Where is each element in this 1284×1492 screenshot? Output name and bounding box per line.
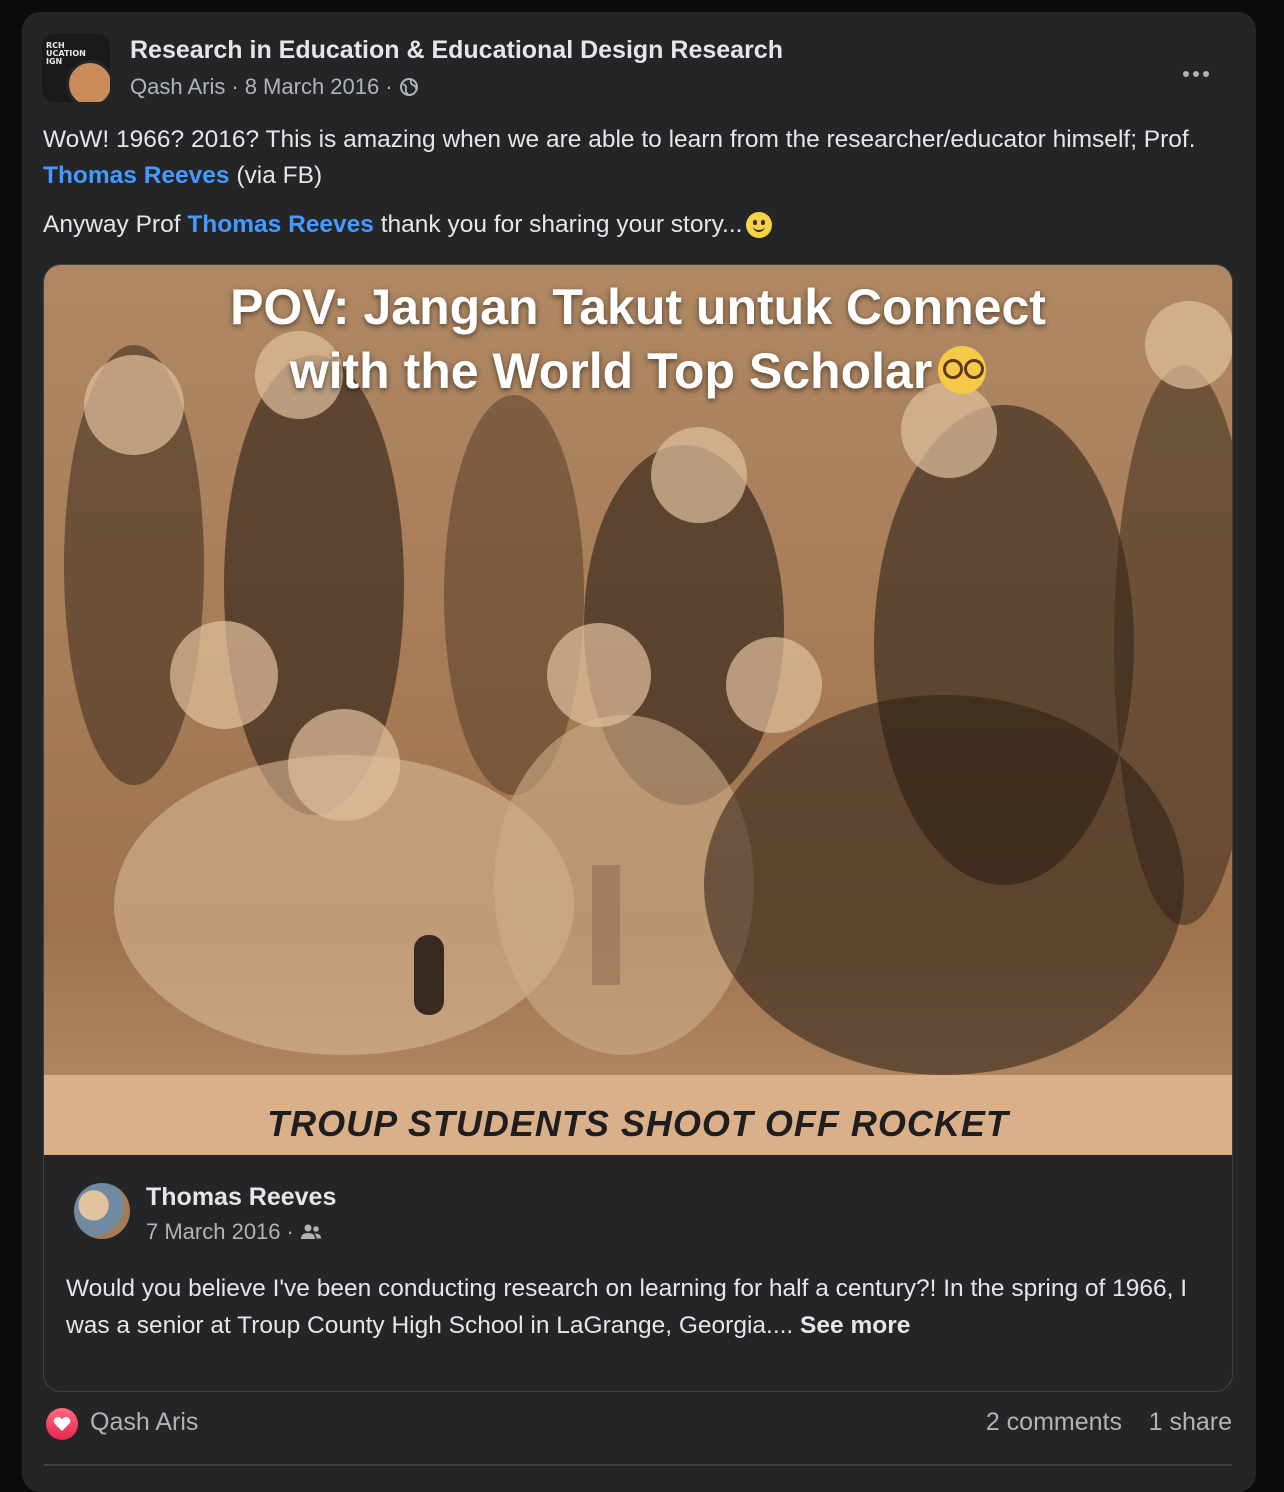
- group-name[interactable]: Research in Education & Educational Desi…: [130, 36, 783, 65]
- nerd-face-emoji-icon: [938, 346, 987, 394]
- smile-emoji-icon: [746, 212, 773, 238]
- text-segment: (via FB): [229, 162, 323, 189]
- shared-post-date[interactable]: 7 March 2016: [146, 1219, 281, 1245]
- shared-separator: ·: [286, 1219, 294, 1244]
- text-segment: Anyway Prof: [43, 211, 188, 238]
- reactor-name[interactable]: Qash Aris: [90, 1408, 198, 1437]
- author-name[interactable]: Qash Aris: [130, 74, 225, 100]
- shares-count[interactable]: 1 share: [1149, 1408, 1232, 1437]
- shared-text-body: Would you believe I've been conducting r…: [66, 1275, 1188, 1339]
- shared-author-avatar[interactable]: [74, 1183, 130, 1239]
- shared-author-name[interactable]: Thomas Reeves: [146, 1183, 336, 1212]
- shared-post-meta: Thomas Reeves 7 March 2016 · Would you b…: [44, 1155, 1232, 1391]
- post-meta: Qash Aris · 8 March 2016 ·: [130, 74, 419, 100]
- overlay-line-2-wrap: with the World Top Scholar: [44, 339, 1232, 403]
- mention-thomas-reeves[interactable]: Thomas Reeves: [43, 162, 230, 189]
- post-paragraph-1: WoW! 1966? 2016? This is amazing when we…: [43, 122, 1203, 194]
- more-options-button[interactable]: [1176, 62, 1216, 86]
- reactions-bar: Qash Aris 2 comments 1 share: [44, 1404, 1232, 1444]
- avatar-person: [66, 60, 110, 102]
- overlay-line-2: with the World Top Scholar: [289, 343, 933, 399]
- overlay-line-1: POV: Jangan Takut untuk Connect: [230, 279, 1046, 335]
- shared-post-text: Would you believe I've been conducting r…: [66, 1271, 1196, 1344]
- shared-photo[interactable]: POV: Jangan Takut untuk Connect with the…: [44, 265, 1232, 1155]
- globe-icon: [399, 78, 418, 96]
- comments-count[interactable]: 2 comments: [986, 1408, 1122, 1437]
- meta-separator: ·: [231, 74, 239, 99]
- shared-post-card[interactable]: POV: Jangan Takut untuk Connect with the…: [43, 264, 1233, 1392]
- more-dot: [1193, 71, 1199, 77]
- mention-thomas-reeves-2[interactable]: Thomas Reeves: [187, 211, 374, 238]
- photo-caption: TROUP STUDENTS SHOOT OFF ROCKET: [267, 1103, 1009, 1144]
- text-segment: thank you for sharing your story...: [373, 211, 743, 238]
- post-header: RCH UCATION IGN Research in Education & Ed…: [40, 32, 1238, 112]
- shared-post-date-line: 7 March 2016 ·: [146, 1219, 322, 1245]
- text-segment: WoW! 1966? 2016? This is amazing when we…: [43, 126, 1196, 153]
- divider: [44, 1464, 1232, 1466]
- post-card: RCH UCATION IGN Research in Education & Ed…: [22, 12, 1256, 1492]
- more-dot: [1183, 71, 1189, 77]
- photo-overlay-title: POV: Jangan Takut untuk Connect with the…: [44, 275, 1232, 403]
- friends-icon: [300, 1224, 321, 1239]
- love-reaction-icon[interactable]: [46, 1408, 78, 1440]
- post-paragraph-2: Anyway Prof Thomas Reeves thank you for …: [43, 207, 1203, 243]
- meta-separator-2: ·: [385, 74, 393, 99]
- heart-icon: [53, 1417, 71, 1431]
- more-dot: [1203, 71, 1209, 77]
- post-date[interactable]: 8 March 2016: [245, 74, 380, 100]
- see-more-link[interactable]: See more: [800, 1312, 910, 1339]
- post-text: WoW! 1966? 2016? This is amazing when we…: [43, 122, 1203, 256]
- group-avatar[interactable]: RCH UCATION IGN: [42, 34, 110, 102]
